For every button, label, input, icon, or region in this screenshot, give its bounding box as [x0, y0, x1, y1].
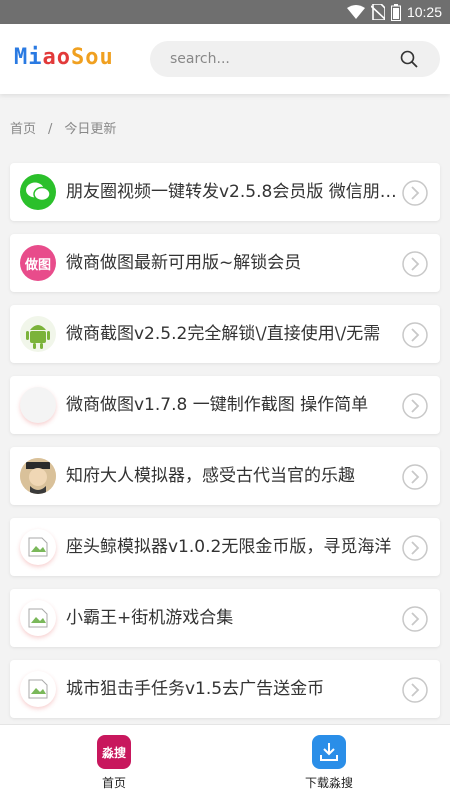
chevron-right-icon[interactable]: [402, 677, 428, 703]
logo-part-2: ao: [42, 45, 71, 70]
zuotu-icon: 做图: [20, 245, 56, 281]
chevron-right-icon[interactable]: [402, 180, 428, 206]
logo[interactable]: MiaoSou: [14, 45, 114, 70]
wechat-icon: [20, 174, 56, 210]
breadcrumb-current: 今日更新: [64, 122, 117, 137]
status-icons: 10:25: [346, 2, 442, 22]
tab-download[interactable]: 下载淼搜: [269, 735, 389, 791]
breadcrumb-home[interactable]: 首页: [10, 122, 36, 137]
android-icon: [20, 316, 56, 352]
miaosou-app-icon: 淼搜: [97, 735, 131, 769]
item-title: 城市狙击手任务v1.5去广告送金币: [66, 679, 325, 699]
no-sim-icon: [370, 4, 385, 20]
tab-download-label: 下载淼搜: [304, 776, 353, 790]
tab-home-label: 首页: [101, 776, 126, 790]
official-avatar-icon: [20, 458, 56, 494]
search-input[interactable]: [170, 41, 390, 77]
wifi-icon: [346, 5, 365, 19]
item-title: 小霸王+街机游戏合集: [66, 608, 234, 628]
list-item[interactable]: 座头鲸模拟器v1.0.2无限金币版，寻觅海洋: [10, 518, 440, 576]
chevron-right-icon[interactable]: [402, 251, 428, 277]
status-bar: 10:25: [0, 0, 450, 24]
download-icon: [312, 735, 346, 769]
chevron-right-icon[interactable]: [402, 464, 428, 490]
status-time: 10:25: [406, 4, 442, 20]
broken-image-icon: [20, 600, 56, 636]
logo-part-1: Mi: [14, 45, 43, 70]
list-item[interactable]: 城市狙击手任务v1.5去广告送金币: [10, 660, 440, 718]
chevron-right-icon[interactable]: [402, 393, 428, 419]
list-item[interactable]: 朋友圈视频一键转发v2.5.8会员版 微信朋友圈: [10, 163, 440, 221]
list-item[interactable]: 微商做图v1.7.8 一键制作截图 操作简单: [10, 376, 440, 434]
search-icon[interactable]: [400, 50, 418, 68]
item-title: 座头鲸模拟器v1.0.2无限金币版，寻觅海洋: [66, 537, 392, 557]
item-title: 知府大人模拟器，感受古代当官的乐趣: [66, 466, 355, 486]
battery-icon: [390, 3, 401, 21]
chevron-right-icon[interactable]: [402, 322, 428, 348]
list-item[interactable]: 微商截图v2.5.2完全解锁\/直接使用\/无需: [10, 305, 440, 363]
broken-image-icon: [20, 529, 56, 565]
logo-part-3: Sou: [71, 45, 114, 70]
header: MiaoSou: [0, 24, 450, 94]
chevron-right-icon[interactable]: [402, 535, 428, 561]
list-item[interactable]: 知府大人模拟器，感受古代当官的乐趣: [10, 447, 440, 505]
broken-image-icon: [20, 671, 56, 707]
item-title: 微商做图最新可用版~解锁会员: [66, 253, 302, 273]
bottom-tab-bar: 淼搜 首页 下载淼搜: [0, 724, 450, 800]
item-title: 微商截图v2.5.2完全解锁\/直接使用\/无需: [66, 324, 381, 344]
list-item[interactable]: 小霸王+街机游戏合集: [10, 589, 440, 647]
breadcrumb: 首页 / 今日更新: [10, 118, 116, 137]
item-title: 微商做图v1.7.8 一键制作截图 操作简单: [66, 395, 369, 415]
breadcrumb-separator: /: [48, 122, 53, 137]
list-item[interactable]: 做图 微商做图最新可用版~解锁会员: [10, 234, 440, 292]
search-box: [150, 41, 440, 77]
blank-icon: [20, 387, 56, 423]
chevron-right-icon[interactable]: [402, 606, 428, 632]
tab-home[interactable]: 淼搜 首页: [54, 735, 174, 791]
item-title: 朋友圈视频一键转发v2.5.8会员版 微信朋友圈: [66, 182, 401, 202]
